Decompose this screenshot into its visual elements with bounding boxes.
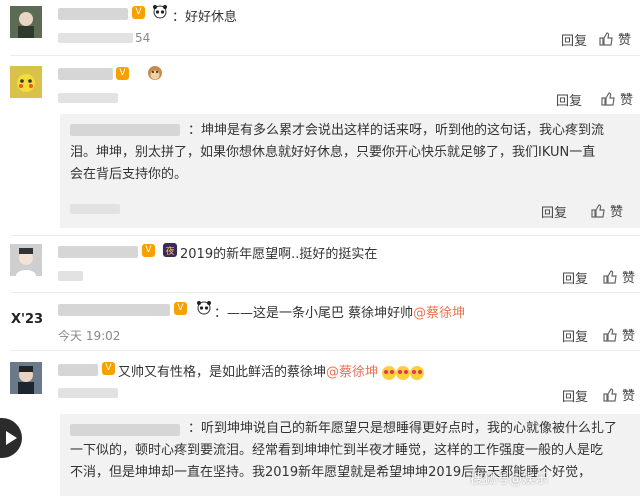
like-label: 赞 [610, 205, 624, 220]
divider [10, 292, 640, 293]
mention-link[interactable]: @蔡徐坤 [413, 306, 465, 321]
like-button[interactable]: 赞 [590, 201, 623, 220]
avatar[interactable] [10, 362, 42, 394]
like-button[interactable]: 赞 [602, 385, 635, 404]
comment-text: 又帅又有性格，是如此鲜活的蔡徐坤@蔡徐坤 [118, 361, 425, 380]
divider [10, 350, 640, 351]
like-label: 赞 [622, 389, 636, 404]
vip-badge-icon: V [174, 301, 187, 316]
vip-badge-icon: V [142, 243, 155, 258]
watermark: 搜狐号@娱乐 [470, 472, 549, 487]
quoted-reply: ：听到坤坤说自己的新年愿望只是想睡得更好点时，我的心就像被什么扎了 一下似的，顿… [60, 414, 640, 496]
avatar[interactable]: X'23 [10, 304, 42, 336]
comment-text-main: 又帅又有性格，是如此鲜活的蔡徐坤 [118, 365, 327, 380]
thumbs-up-icon [599, 31, 613, 46]
username[interactable] [58, 364, 98, 376]
divider [10, 55, 640, 56]
reply-button[interactable]: 回复 [562, 268, 588, 287]
timestamp-blur [58, 33, 133, 43]
reply-button[interactable]: 回复 [561, 30, 587, 49]
svg-text:夜: 夜 [165, 245, 174, 257]
panda-emoji-icon [152, 4, 168, 19]
play-icon [6, 431, 17, 445]
comment-text: 2019的新年愿望啊..挺好的挺实在 [180, 247, 378, 262]
timestamp-blur [70, 204, 120, 214]
username[interactable] [58, 304, 170, 316]
avatar[interactable] [10, 6, 42, 38]
username[interactable] [58, 8, 128, 20]
video-play-button[interactable] [0, 418, 22, 458]
timestamp-blur [58, 388, 118, 398]
like-button[interactable]: 赞 [598, 29, 631, 48]
avatar[interactable] [10, 244, 42, 276]
timestamp: 今天 19:02 [58, 329, 121, 343]
divider [10, 235, 640, 236]
quote-line: ：坤坤是有多么累才会说出这样的话来呀，听到他的这句话，我心疼到流 [188, 123, 605, 138]
quote-line: 一下似的，顿时心疼到要流泪。经常看到坤坤忙到半夜才睡觉，这样的工作强度一般的人是… [70, 443, 604, 458]
heart-eyes-emoji-icon [382, 365, 425, 380]
username[interactable] [58, 246, 138, 258]
thumbs-up-icon [603, 269, 617, 284]
reply-button[interactable]: 回复 [562, 386, 588, 405]
quote-line: 会在背后支持你的。 [70, 167, 188, 182]
comment-text: ：——这是一条小尾巴 蔡徐坤好帅@蔡徐坤 [214, 302, 465, 321]
like-label: 赞 [620, 93, 634, 108]
like-label: 赞 [622, 271, 636, 286]
timestamp-blur [58, 93, 118, 103]
monkey-emoji-icon [146, 64, 164, 86]
quote-line: ：听到坤坤说自己的新年愿望只是想睡得更好点时，我的心就像被什么扎了 [188, 421, 618, 436]
like-label: 赞 [622, 329, 636, 344]
like-button[interactable]: 赞 [600, 89, 633, 108]
quoted-reply: ：坤坤是有多么累才会说出这样的话来呀，听到他的这句话，我心疼到流 泪。坤坤，别太… [60, 114, 640, 228]
timestamp-blur [58, 271, 83, 281]
timestamp: 54 [135, 31, 151, 45]
thumbs-up-icon [591, 203, 605, 218]
comment-text-main: ：——这是一条小尾巴 蔡徐坤好帅 [214, 306, 414, 321]
avatar[interactable] [10, 66, 42, 98]
like-button[interactable]: 赞 [602, 325, 635, 344]
reply-button[interactable]: 回复 [562, 326, 588, 345]
night-badge-icon: 夜 [162, 242, 178, 262]
reply-button[interactable]: 回复 [556, 90, 582, 109]
mention-link[interactable]: @蔡徐坤 [326, 365, 378, 380]
vip-badge-icon: V [116, 66, 129, 81]
vip-badge-icon: V [102, 361, 115, 376]
quote-line: 泪。坤坤，别太拼了，如果你想休息就好好休息，只要你开心快乐就足够了，我们IKUN… [70, 145, 596, 160]
thumbs-up-icon [603, 327, 617, 342]
vip-badge-icon: V [132, 5, 145, 20]
avatar-label: X'23 [11, 312, 42, 327]
reply-button[interactable]: 回复 [541, 202, 567, 221]
quoted-reply-text: ：坤坤是有多么累才会说出这样的话来呀，听到他的这句话，我心疼到流 泪。坤坤，别太… [70, 120, 632, 186]
like-label: 赞 [618, 33, 632, 48]
like-button[interactable]: 赞 [602, 267, 635, 286]
panda-emoji-icon [196, 300, 212, 315]
comment-text: ：好好休息 [172, 10, 238, 25]
thumbs-up-icon [601, 91, 615, 106]
thumbs-up-icon [603, 387, 617, 402]
username[interactable] [58, 68, 113, 80]
